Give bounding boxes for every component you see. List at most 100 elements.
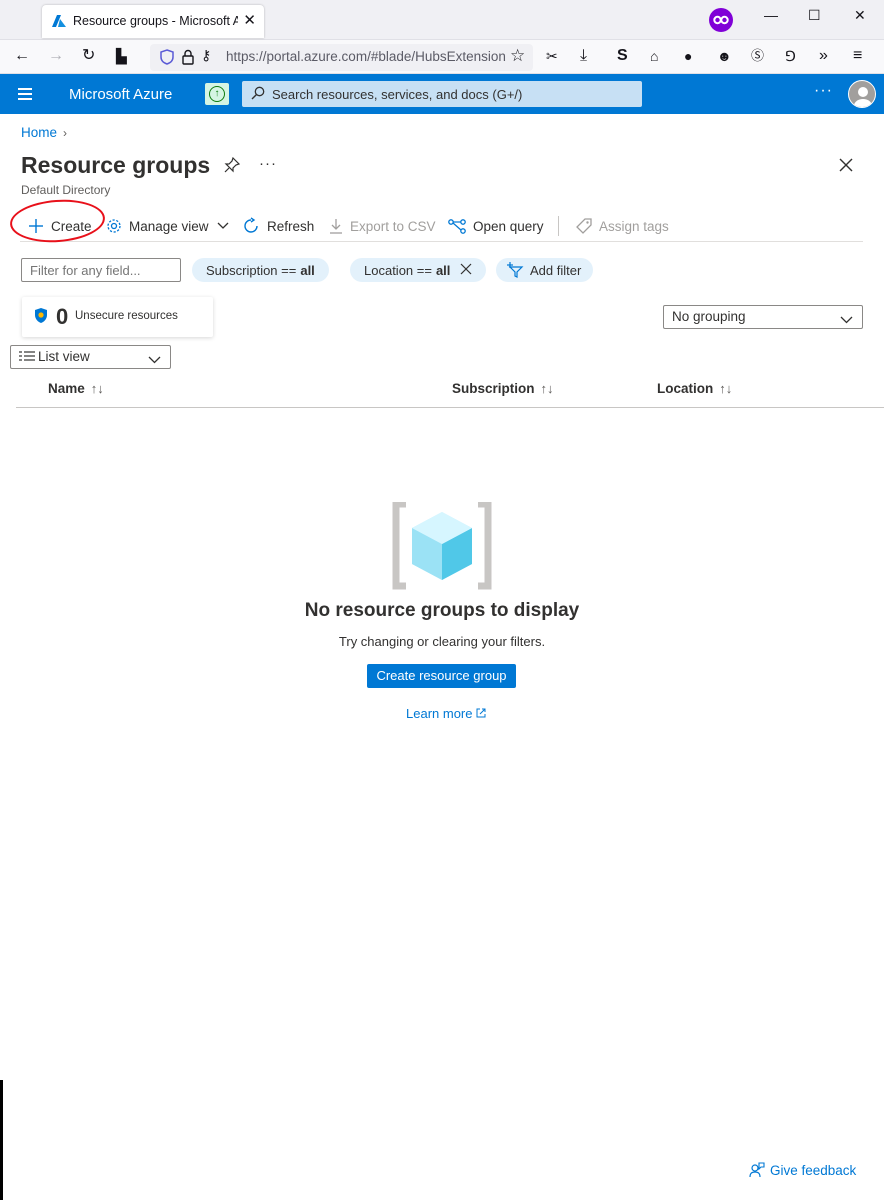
breadcrumb-home[interactable]: Home	[21, 125, 57, 140]
view-mode-dropdown[interactable]: List view	[10, 345, 171, 369]
give-feedback-link[interactable]: Give feedback	[749, 1162, 856, 1178]
create-button[interactable]: Create	[28, 212, 92, 240]
addon-square-s-icon[interactable]: Ⓢ	[751, 46, 764, 66]
empty-state-subtitle: Try changing or clearing your filters.	[338, 634, 546, 649]
column-subscription-label: Subscription	[452, 381, 535, 396]
download-icon	[330, 219, 342, 234]
list-icon	[19, 351, 35, 361]
basket-icon[interactable]: ⌂	[650, 46, 658, 66]
grouping-value: No grouping	[672, 309, 746, 324]
browser-tab[interactable]: Resource groups - Microsoft Azure ✕	[42, 5, 264, 38]
plus-icon	[29, 219, 43, 233]
chevron-down-icon	[148, 352, 161, 367]
browser-navbar: ← → ↻ ▙ ⚷ https://portal.azure.com/#blad…	[0, 40, 884, 74]
remove-filter-icon[interactable]	[460, 263, 472, 278]
manage-view-label: Manage view	[129, 218, 209, 234]
manage-view-button[interactable]: Manage view	[106, 212, 229, 240]
chevron-down-icon	[217, 222, 229, 229]
external-link-icon	[476, 708, 486, 718]
cookie-icon[interactable]: ●	[684, 46, 692, 66]
window-edge-divider	[0, 1080, 3, 1200]
bookmark-star-icon[interactable]: ☆	[510, 46, 525, 66]
location-filter-label: Location ==	[364, 262, 432, 278]
global-search-input[interactable]: Search resources, services, and docs (G+…	[242, 81, 642, 107]
location-filter-pill[interactable]: Location == all	[350, 258, 487, 282]
screenshot-icon[interactable]: ✂	[546, 46, 558, 66]
addon-s-icon[interactable]: S	[617, 46, 628, 66]
empty-state-title: No resource groups to display	[304, 600, 580, 621]
page-title: Resource groups	[21, 152, 211, 178]
give-feedback-label: Give feedback	[770, 1162, 857, 1178]
query-graph-icon	[448, 219, 466, 234]
filter-input[interactable]	[21, 258, 181, 282]
security-shield-icon	[34, 307, 48, 329]
open-query-button[interactable]: Open query	[448, 212, 544, 240]
brand-title[interactable]: Microsoft Azure	[69, 86, 172, 103]
add-filter-button[interactable]: Add filter	[496, 258, 594, 282]
pin-icon[interactable]	[224, 156, 241, 178]
column-name-label: Name	[48, 381, 85, 396]
window-close-icon[interactable]: ✕	[854, 7, 866, 24]
column-header-location[interactable]: Location ↑↓	[657, 381, 732, 396]
portal-menu-icon[interactable]	[18, 88, 32, 100]
search-icon	[251, 86, 265, 105]
tab-close-icon[interactable]: ✕	[243, 11, 256, 29]
location-filter-value: all	[435, 262, 451, 278]
unsecure-label: Unsecure resources	[75, 310, 178, 322]
upgrade-icon[interactable]: ↑	[205, 83, 229, 105]
subscription-filter-label: Subscription ==	[206, 262, 297, 278]
azure-topbar: Microsoft Azure ↑ Search resources, serv…	[0, 74, 884, 114]
grid-header: Name ↑↓ Subscription ↑↓ Location ↑↓	[16, 372, 884, 408]
maximize-icon[interactable]: ☐	[808, 7, 821, 24]
forward-icon[interactable]: →	[48, 46, 64, 66]
export-csv-label: Export to CSV	[350, 218, 436, 234]
tab-title: Resource groups - Microsoft Azure	[73, 14, 238, 28]
sort-icon[interactable]: ↑↓	[541, 381, 554, 396]
subscription-filter-value: all	[300, 262, 315, 278]
export-csv-button[interactable]: Export to CSV	[329, 212, 436, 240]
url-text[interactable]: https://portal.azure.com/#blade/HubsExte…	[226, 49, 506, 64]
topbar-more-icon[interactable]: ···	[814, 82, 833, 100]
back-icon[interactable]: ←	[14, 46, 30, 66]
grouping-dropdown[interactable]: No grouping	[663, 305, 863, 329]
breadcrumb: Home ›	[21, 125, 67, 140]
minimize-icon[interactable]: —	[764, 7, 778, 23]
chevron-right-icon: ›	[63, 126, 68, 140]
key-icon[interactable]: ⚷	[201, 47, 211, 64]
create-resource-group-button[interactable]: Create resource group	[367, 664, 516, 688]
blade-more-icon[interactable]: ···	[259, 155, 277, 172]
column-header-subscription[interactable]: Subscription ↑↓	[452, 381, 554, 396]
app-menu-icon[interactable]: ≡	[853, 46, 862, 66]
command-bar: Create Manage view Refresh Export to CSV…	[20, 212, 863, 242]
addon-glyph-icon[interactable]: ⅁	[785, 46, 796, 66]
lock-icon[interactable]	[182, 49, 194, 70]
reload-icon[interactable]: ↻	[82, 46, 95, 66]
learn-more-label: Learn more	[406, 706, 473, 721]
refresh-icon	[244, 217, 258, 233]
azure-favicon-icon	[52, 14, 66, 33]
refresh-button[interactable]: Refresh	[242, 212, 314, 240]
extension-puzzle-icon[interactable]: ▙	[116, 46, 127, 66]
page-subtitle: Default Directory	[21, 183, 111, 197]
open-query-label: Open query	[473, 218, 544, 234]
overflow-chevrons-icon[interactable]: »	[819, 46, 828, 66]
url-bar[interactable]: ⚷ https://portal.azure.com/#blade/HubsEx…	[150, 44, 533, 71]
close-blade-icon[interactable]	[839, 158, 853, 177]
avatar[interactable]	[848, 80, 876, 108]
downloads-icon[interactable]: ⤓	[580, 46, 587, 66]
learn-more-link[interactable]: Learn more	[406, 706, 486, 721]
sort-icon[interactable]: ↑↓	[91, 381, 104, 396]
create-label: Create	[51, 218, 92, 234]
sort-icon[interactable]: ↑↓	[719, 381, 732, 396]
view-mode-value: List view	[38, 349, 90, 364]
add-filter-icon	[507, 262, 524, 278]
unsecure-count: 0	[56, 304, 69, 329]
tag-icon	[576, 218, 592, 234]
toolbar-divider	[558, 216, 559, 236]
subscription-filter-pill[interactable]: Subscription == all	[192, 258, 329, 282]
tracking-shield-icon[interactable]	[160, 49, 174, 70]
monkey-icon[interactable]: ☻	[717, 46, 732, 66]
assign-tags-button[interactable]: Assign tags	[576, 212, 669, 240]
column-header-name[interactable]: Name ↑↓	[48, 381, 104, 396]
unsecure-resources-card[interactable]: 0 Unsecure resources	[22, 297, 213, 337]
